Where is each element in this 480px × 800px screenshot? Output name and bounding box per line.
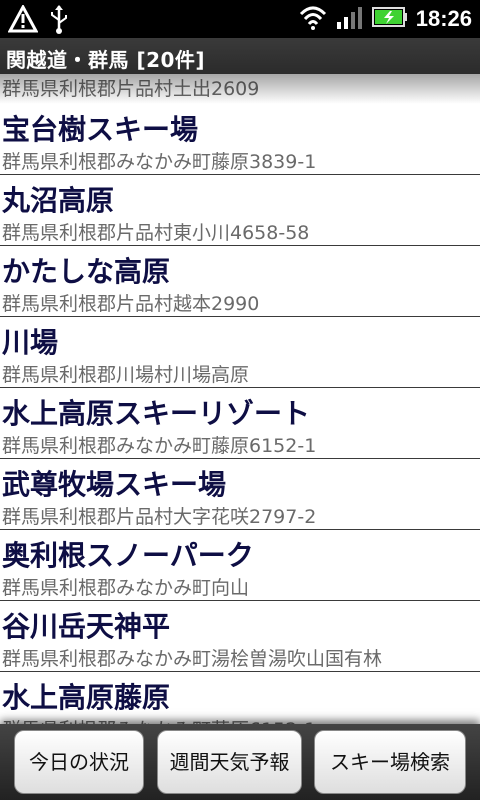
list-item[interactable]: 武尊牧場スキー場 群馬県利根郡片品村大字花咲2797-2 [0, 459, 480, 530]
resort-address: 群馬県利根郡片品村越本2990 [2, 293, 260, 315]
bottom-toolbar: 今日の状況 週間天気予報 スキー場検索 [0, 724, 480, 800]
resort-name: 水上高原スキーリゾート [2, 397, 311, 430]
resort-address: 群馬県利根郡片品村東小川4658-58 [2, 222, 310, 244]
resort-address: 群馬県利根郡みなかみ町藤原3839-1 [2, 151, 317, 173]
weekly-weather-button[interactable]: 週間天気予報 [157, 730, 302, 794]
resort-address: 群馬県利根郡片品村大字花咲2797-2 [2, 506, 317, 528]
list-item[interactable]: 川場 群馬県利根郡川場村川場高原 [0, 317, 480, 388]
resort-name: 水上高原藤原 [2, 681, 171, 714]
resort-address: 群馬県利根郡川場村川場高原 [2, 364, 250, 386]
list-item[interactable]: 水上高原藤原 群馬県利根郡みなかみ町藤原6152-1 [0, 672, 480, 724]
resort-name: 奥利根スノーパーク [2, 539, 254, 572]
list-item[interactable]: かたしな高原 群馬県利根郡片品村越本2990 [0, 246, 480, 317]
resort-name: かたしな高原 [2, 255, 171, 288]
resort-name: 武尊牧場スキー場 [2, 468, 227, 501]
list-item[interactable]: 宝台樹スキー場 群馬県利根郡みなかみ町藤原3839-1 [0, 104, 480, 175]
page-title: 関越道・群馬 [20件] [6, 48, 206, 72]
resort-list[interactable]: 宝台樹スキー場 群馬県利根郡みなかみ町藤原3839-1 丸沼高原 群馬県利根郡片… [0, 74, 480, 724]
alert-icon [7, 3, 39, 37]
resort-address: 群馬県利根郡みなかみ町藤原6152-1 [2, 715, 316, 724]
resort-address: 群馬県利根郡みなかみ町向山 [2, 577, 250, 599]
resort-name: 川場 [2, 326, 59, 359]
usb-icon [48, 4, 70, 38]
resort-name: 宝台樹スキー場 [2, 113, 199, 146]
partial-list-item-address: 群馬県利根郡片品村土出2609 [0, 74, 480, 104]
resort-name: 丸沼高原 [2, 184, 115, 217]
battery-charging-icon [371, 5, 408, 33]
resort-address: 群馬県利根郡みなかみ町湯桧曽湯吹山国有林 [2, 648, 383, 670]
resort-name: 谷川岳天神平 [2, 610, 171, 643]
today-status-button[interactable]: 今日の状況 [14, 730, 144, 794]
list-item[interactable]: 水上高原スキーリゾート 群馬県利根郡みなかみ町藤原6152-1 [0, 388, 480, 459]
list-items: 宝台樹スキー場 群馬県利根郡みなかみ町藤原3839-1 丸沼高原 群馬県利根郡片… [0, 104, 480, 724]
resort-address: 群馬県利根郡みなかみ町藤原6152-1 [2, 435, 317, 457]
list-item[interactable]: 丸沼高原 群馬県利根郡片品村東小川4658-58 [0, 175, 480, 246]
status-bar: 18:26 [0, 0, 480, 38]
title-bar: 関越道・群馬 [20件] [0, 38, 480, 74]
clock: 18:26 [415, 6, 472, 31]
list-item[interactable]: 奥利根スノーパーク 群馬県利根郡みなかみ町向山 [0, 530, 480, 601]
ski-resort-search-button[interactable]: スキー場検索 [314, 730, 466, 794]
list-item[interactable]: 谷川岳天神平 群馬県利根郡みなかみ町湯桧曽湯吹山国有林 [0, 601, 480, 672]
wifi-icon [298, 4, 328, 34]
signal-icon [336, 4, 364, 34]
